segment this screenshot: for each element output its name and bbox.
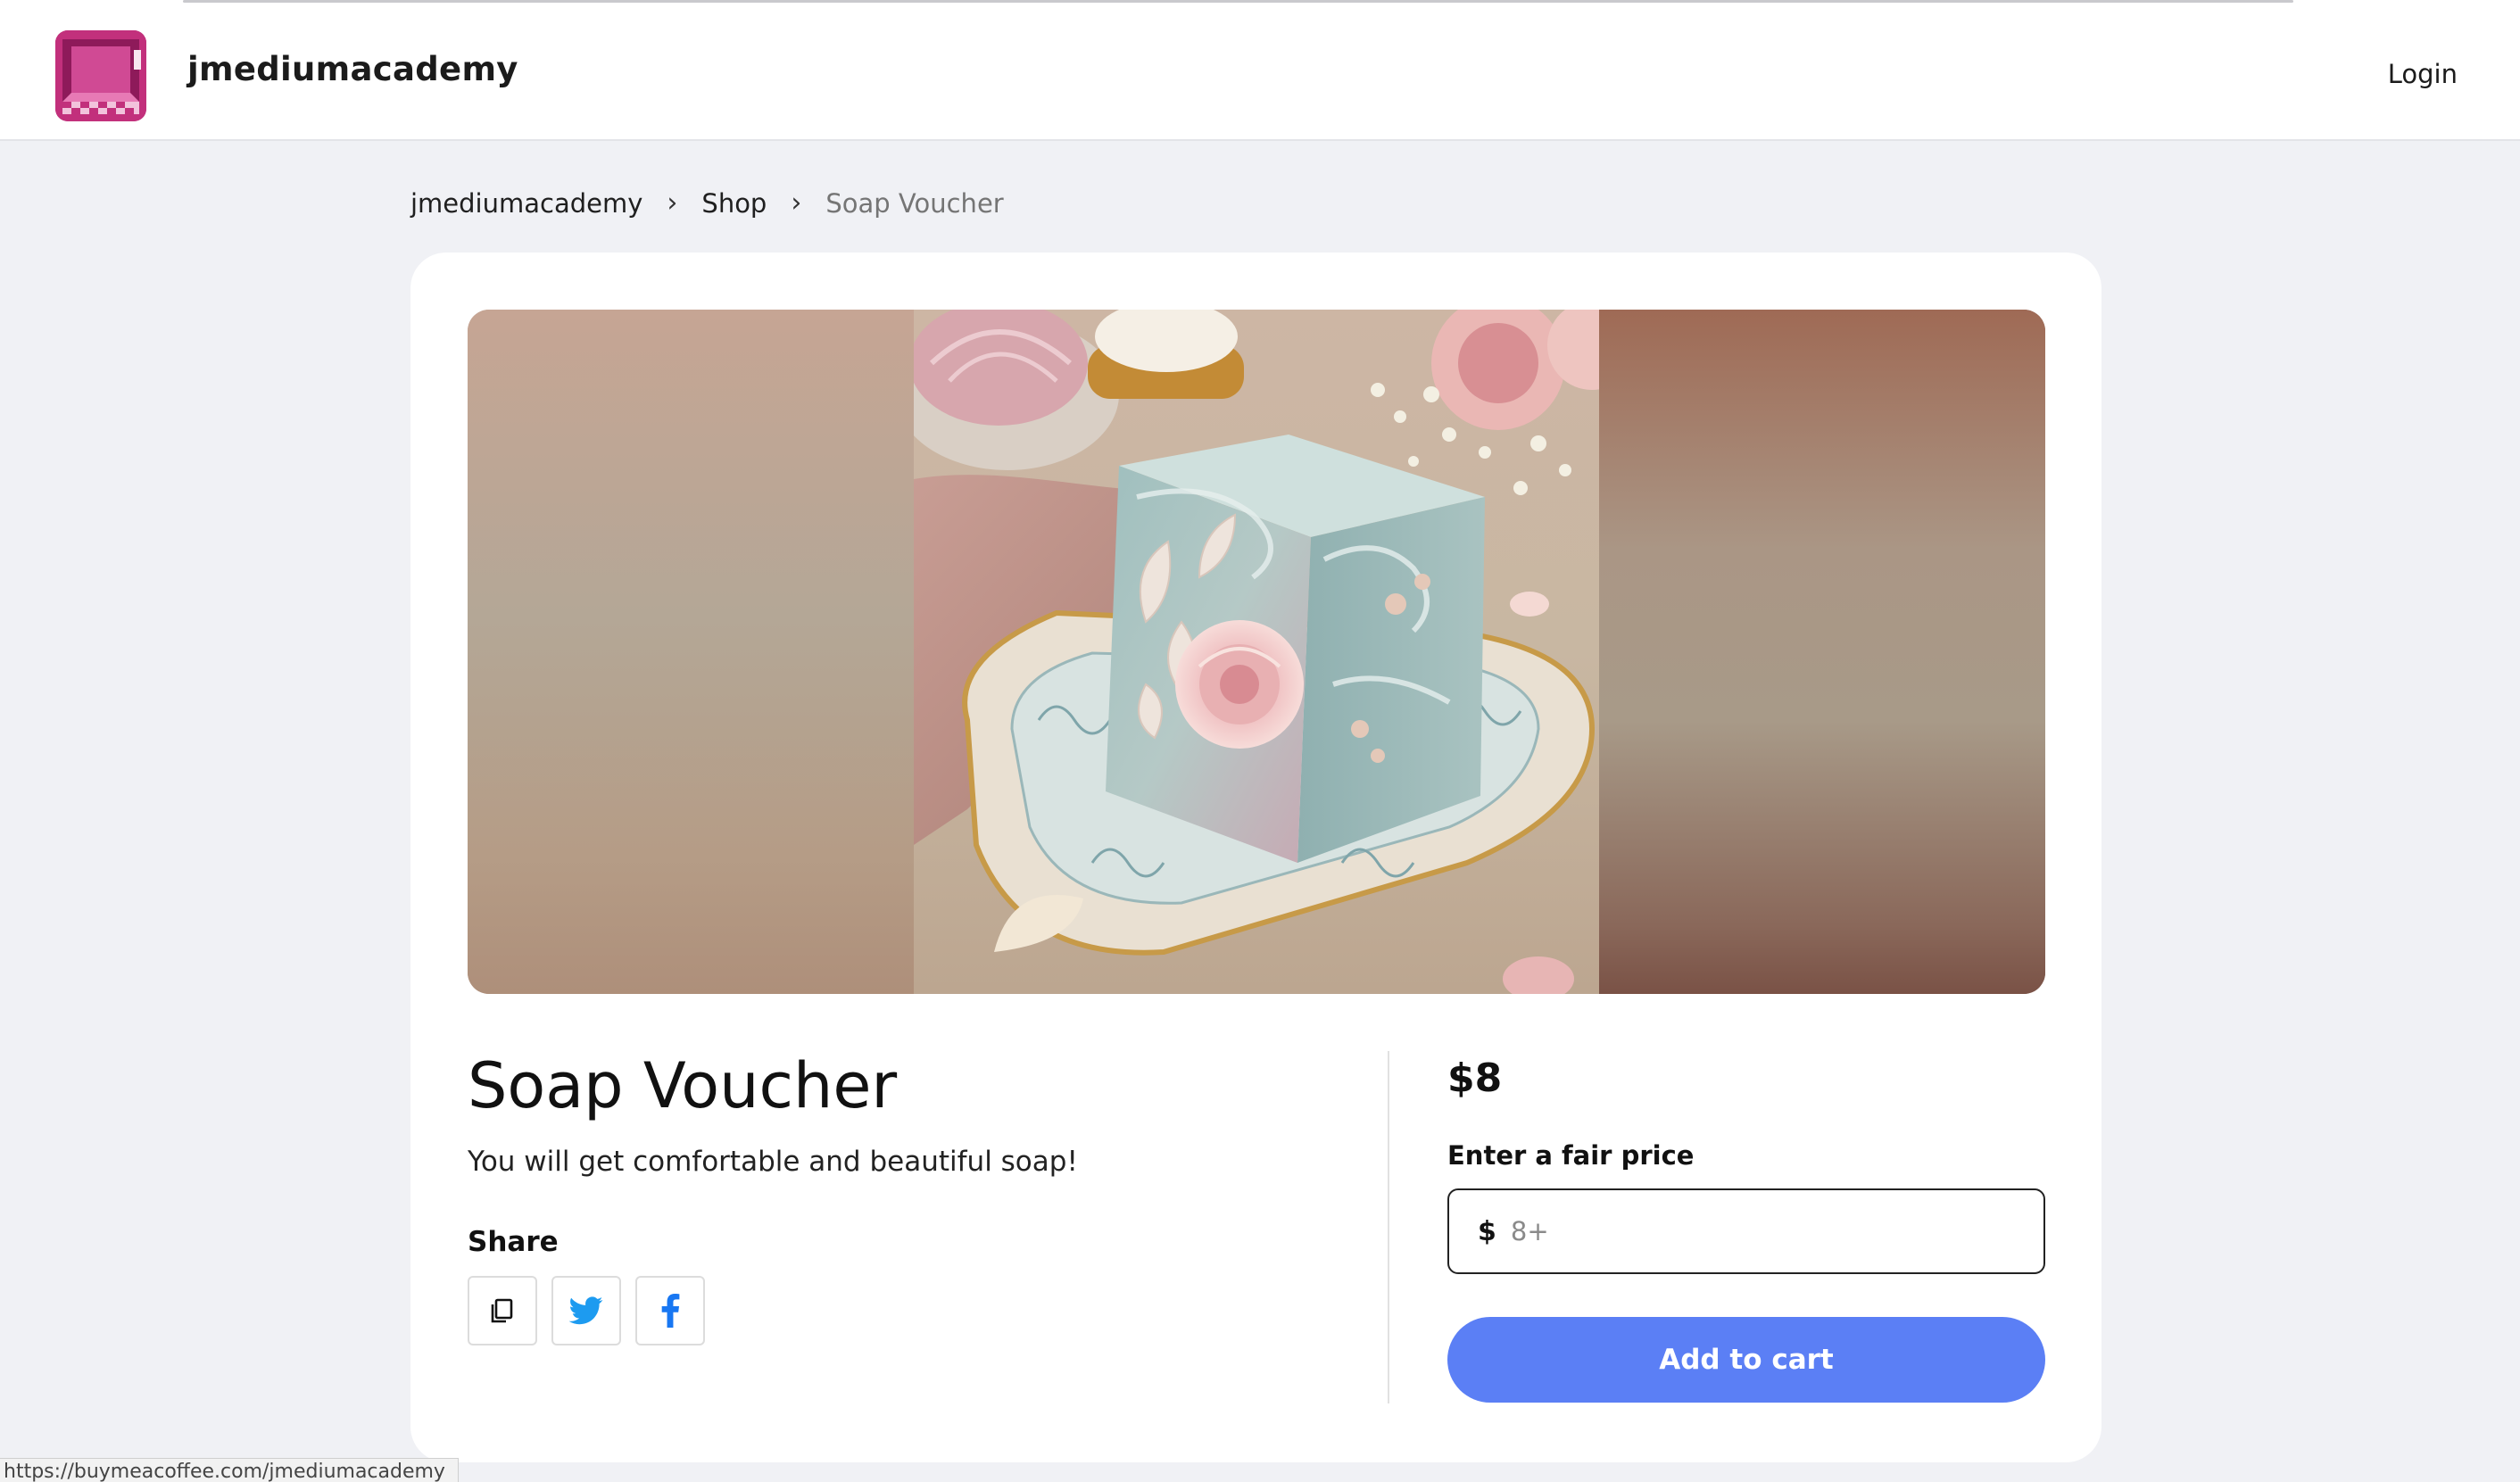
facebook-icon	[661, 1294, 680, 1328]
fair-price-field[interactable]: $	[1447, 1188, 2045, 1274]
currency-symbol: $	[1478, 1215, 1496, 1247]
link-preview-url: https://buymeacoffee.com/jmediumacademy	[0, 1458, 459, 1482]
floral-soap-bar-image	[914, 310, 1599, 994]
column-divider	[1388, 1051, 1389, 1403]
breadcrumb-item-current: Soap Voucher	[825, 187, 1004, 219]
fair-price-input[interactable]	[1508, 1215, 2012, 1247]
brand-name[interactable]: jmediumacademy	[187, 50, 518, 88]
breadcrumb-item-shop[interactable]: Shop	[701, 188, 767, 219]
browser-top-strip	[0, 0, 2520, 9]
twitter-icon	[569, 1296, 603, 1325]
copy-link-button[interactable]	[468, 1276, 537, 1345]
product-title: Soap Voucher	[468, 1049, 898, 1122]
add-to-cart-button[interactable]: Add to cart	[1447, 1317, 2045, 1403]
chevron-right-icon: ›	[791, 187, 802, 219]
share-twitter-button[interactable]	[551, 1276, 621, 1345]
copy-link-icon	[491, 1298, 513, 1323]
page-load-bar	[183, 0, 2293, 3]
breadcrumb-item-home[interactable]: jmediumacademy	[410, 188, 642, 219]
product-description: You will get comfortable and beautiful s…	[468, 1146, 1078, 1178]
product-info: Soap Voucher You will get comfortable an…	[468, 1052, 1324, 1345]
purchase-panel: $8 Enter a fair price $ Add to cart	[1447, 1056, 2045, 1403]
product-price: $8	[1447, 1056, 1503, 1101]
share-facebook-button[interactable]	[635, 1276, 705, 1345]
share-label: Share	[468, 1226, 559, 1258]
chevron-right-icon: ›	[667, 187, 678, 219]
creator-avatar-icon[interactable]	[55, 30, 146, 121]
fair-price-label: Enter a fair price	[1447, 1140, 1695, 1171]
hero-blur-left	[468, 310, 914, 994]
share-buttons	[468, 1276, 1324, 1345]
site-header: jmediumacademy Login	[0, 9, 2520, 141]
product-card: Soap Voucher You will get comfortable an…	[410, 253, 2101, 1462]
hero-blur-right	[1599, 310, 2045, 994]
product-hero	[468, 310, 2045, 994]
login-link[interactable]: Login	[2388, 59, 2458, 89]
breadcrumb: jmediumacademy › Shop › Soap Voucher	[410, 187, 1004, 219]
